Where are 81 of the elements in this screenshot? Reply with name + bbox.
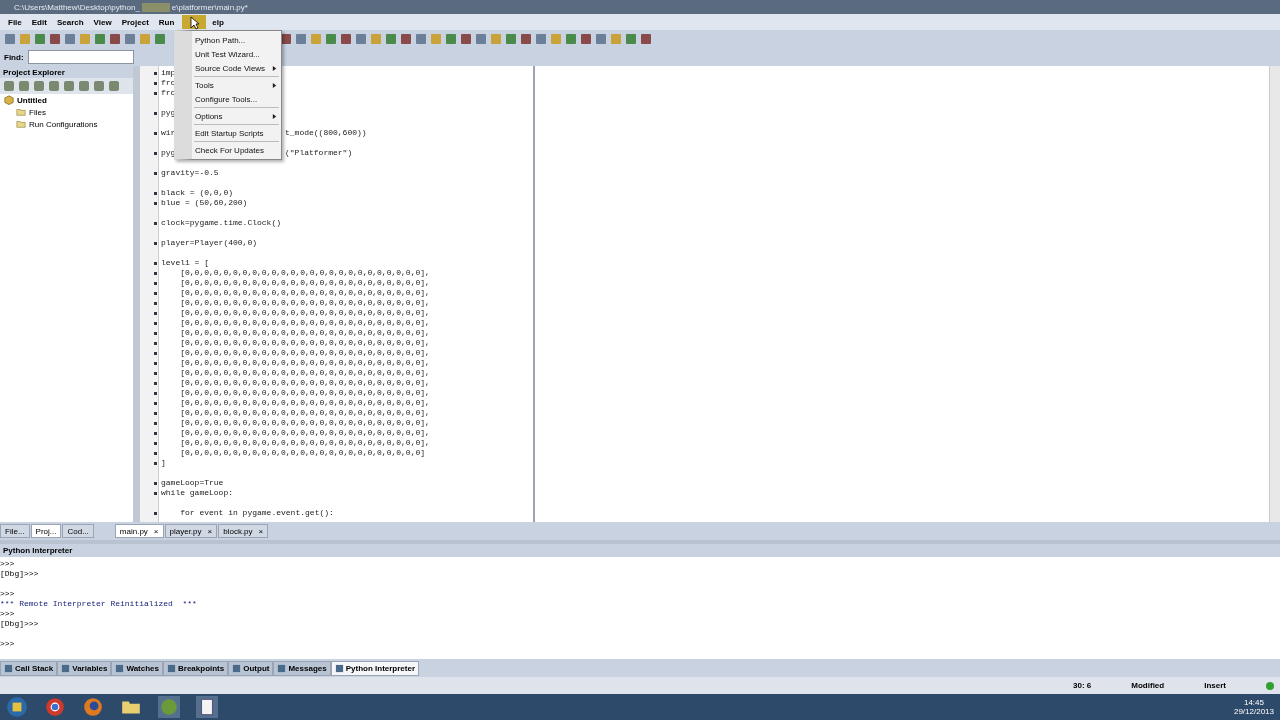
cursor-position: 30: 6	[1073, 681, 1092, 690]
interpreter-console[interactable]: >>> [Dbg]>>> >>> *** Remote Interpreter Reinitialized *** >>> [Dbg]>>> >>>	[0, 557, 1280, 659]
code-line: [0,0,0,0,0,0,0,0,0,0,0,0,0,0,0,0,0,0,0,0,0,0,0,0,0],	[179, 438, 430, 448]
code-line: player=Player(400,0)	[161, 238, 257, 248]
code-line: [0,0,0,0,0,0,0,0,0,0,0,0,0,0,0,0,0,0,0,0,0,0,0,0,0],	[179, 308, 430, 318]
panel-tab[interactable]: Call Stack	[0, 660, 58, 676]
code-line: blue = (50,60,200)	[161, 198, 248, 208]
menu-item[interactable]: Edit	[27, 15, 51, 29]
console-line: >>>	[0, 639, 15, 648]
console-line: >>>	[0, 609, 15, 618]
panel-tab[interactable]: Cod...	[62, 524, 94, 538]
clock-time: 14:45	[1243, 698, 1264, 707]
code-line: [0,0,0,0,0,0,0,0,0,0,0,0,0,0,0,0,0,0,0,0,0,0,0,0,0],	[179, 368, 430, 378]
code-line: ("Platformer")	[285, 148, 353, 158]
editor-tab[interactable]: main.py ×	[114, 524, 164, 538]
panel-tab[interactable]: Messages	[273, 660, 331, 676]
console-line: [Dbg]>>>	[0, 619, 39, 628]
menu-entry[interactable]: Python Path...	[192, 33, 281, 47]
panel-title: Project Explorer	[3, 67, 65, 77]
code-line: [0,0,0,0,0,0,0,0,0,0,0,0,0,0,0,0,0,0,0,0,0,0,0,0,0],	[179, 418, 430, 428]
code-line: [0,0,0,0,0,0,0,0,0,0,0,0,0,0,0,0,0,0,0,0,0,0,0,0,0],	[179, 388, 430, 398]
panel-tab[interactable]: Python Interpreter	[330, 660, 420, 676]
code-line: [0,0,0,0,0,0,0,0,0,0,0,0,0,0,0,0,0,0,0,0,0,0,0,0,0],	[179, 408, 430, 418]
code-line: [0,0,0,0,0,0,0,0,0,0,0,0,0,0,0,0,0,0,0,0,0,0,0,0,0],	[179, 378, 430, 388]
code-line: [0,0,0,0,0,0,0,0,0,0,0,0,0,0,0,0,0,0,0,0,0,0,0,0,0],	[179, 268, 430, 278]
code-line: wir	[161, 128, 176, 137]
code-line: ]	[161, 458, 166, 468]
code-line: [0,0,0,0,0,0,0,0,0,0,0,0,0,0,0,0,0,0,0,0,0,0,0,0,0],	[179, 428, 430, 438]
code-line: [0,0,0,0,0,0,0,0,0,0,0,0,0,0,0,0,0,0,0,0,0,0,0,0,0],	[179, 298, 430, 308]
editor-tab[interactable]: player.py ×	[164, 524, 218, 538]
editor-tab[interactable]: block.py ×	[218, 524, 269, 538]
code-line: [0,0,0,0,0,0,0,0,0,0,0,0,0,0,0,0,0,0,0,0,0,0,0,0,0],	[179, 288, 430, 298]
tree-item[interactable]: Run Configurations	[0, 118, 133, 130]
find-label: Find:	[4, 52, 24, 62]
code-line: t_mode((800,600))	[285, 128, 367, 138]
panel-tab[interactable]: Watches	[111, 660, 163, 676]
menu-item[interactable]: File	[4, 15, 26, 29]
menu-entry[interactable]: Options	[192, 109, 281, 123]
code-line: for event in pygame.event.get():	[179, 508, 334, 518]
code-line: gameLoop=True	[161, 478, 224, 488]
menu-item[interactable]: Run	[154, 15, 179, 29]
window-title: C:\Users\Matthew\Desktop\python_	[14, 2, 140, 12]
tree-item[interactable]: Untitled	[0, 94, 133, 106]
console-line: *** Remote Interpreter Reinitialized ***	[0, 599, 197, 608]
console-line: >>>	[0, 589, 15, 598]
menu-entry[interactable]: Unit Test Wizard...	[192, 47, 281, 61]
console-line: [Dbg]>>>	[0, 569, 39, 578]
insert-mode: Insert	[1204, 681, 1226, 690]
code-line: gravity=-0.5	[161, 168, 219, 178]
menu-item[interactable]: Project	[117, 15, 153, 29]
code-line: [0,0,0,0,0,0,0,0,0,0,0,0,0,0,0,0,0,0,0,0,0,0,0,0,0],	[179, 328, 430, 338]
window-title: e\platformer\main.py*	[171, 2, 248, 12]
code-line: level1 = [	[161, 258, 209, 268]
code-line: [0,0,0,0,0,0,0,0,0,0,0,0,0,0,0,0,0,0,0,0,0,0,0,0,0],	[179, 398, 430, 408]
code-line: [0,0,0,0,0,0,0,0,0,0,0,0,0,0,0,0,0,0,0,0,0,0,0,0,0],	[179, 358, 430, 368]
code-line: black = (0,0,0)	[161, 188, 233, 198]
menu-entry[interactable]: Configure Tools...	[192, 92, 281, 106]
menu-entry[interactable]: Check For Updates	[192, 143, 281, 157]
menu-entry[interactable]: Source Code Views	[192, 61, 281, 75]
panel-title: Python Interpreter	[3, 546, 73, 555]
code-line: [0,0,0,0,0,0,0,0,0,0,0,0,0,0,0,0,0,0,0,0,0,0,0,0,0],	[179, 348, 430, 358]
clock-date: 29/12/2013	[1233, 707, 1274, 716]
tree-item[interactable]: Files	[0, 106, 133, 118]
code-line: [0,0,0,0,0,0,0,0,0,0,0,0,0,0,0,0,0,0,0,0,0,0,0,0,0],	[179, 318, 430, 328]
code-line: [0,0,0,0,0,0,0,0,0,0,0,0,0,0,0,0,0,0,0,0,0,0,0,0,0],	[179, 278, 430, 288]
menu-entry[interactable]: Edit Startup Scripts	[192, 126, 281, 140]
code-line: clock=pygame.time.Clock()	[161, 218, 282, 228]
menu-item[interactable]: Search	[52, 15, 88, 29]
menu-item[interactable]: View	[89, 15, 116, 29]
code-line: [0,0,0,0,0,0,0,0,0,0,0,0,0,0,0,0,0,0,0,0,0,0,0,0,0],	[179, 338, 430, 348]
panel-tab[interactable]: File...	[0, 524, 30, 538]
panel-tab[interactable]: Proj...	[30, 524, 62, 538]
modified-status: Modified	[1131, 681, 1165, 690]
code-line: [0,0,0,0,0,0,0,0,0,0,0,0,0,0,0,0,0,0,0,0,0,0,0,0,0]	[179, 448, 426, 458]
panel-tab[interactable]: Output	[228, 660, 274, 676]
panel-tab[interactable]: Variables	[57, 660, 112, 676]
menu-item[interactable]: elp	[208, 15, 228, 29]
menu-entry[interactable]: Tools	[192, 78, 281, 92]
console-line: >>>	[0, 559, 15, 568]
code-line: while gameLoop:	[161, 488, 233, 498]
panel-tab[interactable]: Breakpoints	[163, 660, 229, 676]
